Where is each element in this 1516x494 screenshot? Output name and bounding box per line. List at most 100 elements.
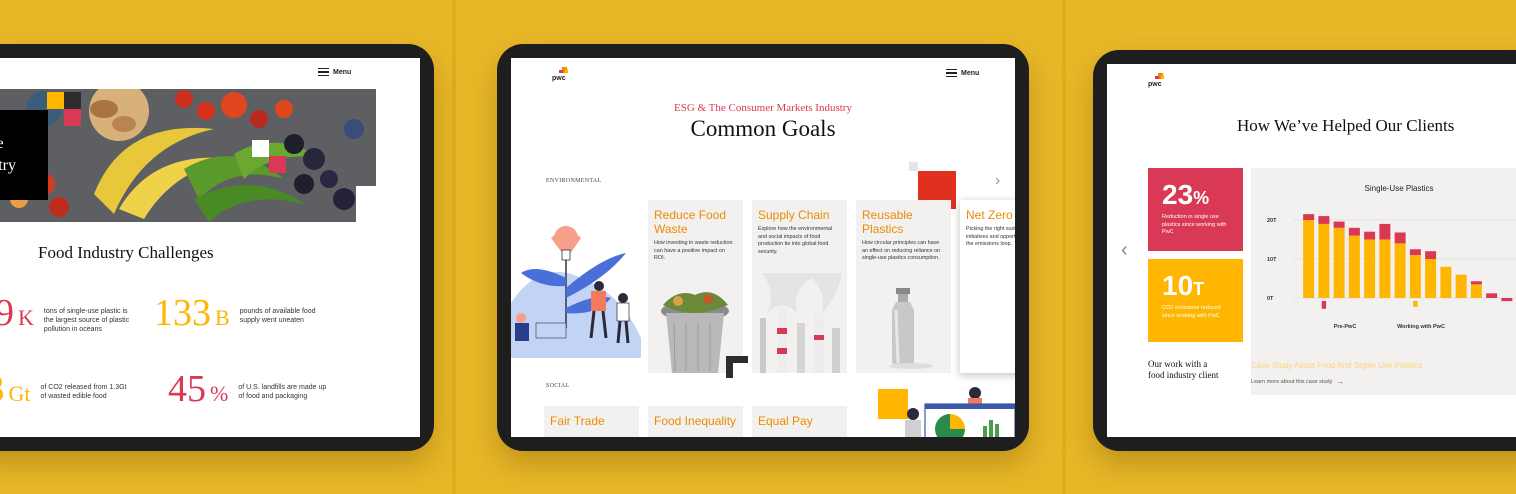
- card-net-zero[interactable]: Net Zero Picking the right sustainable i…: [960, 200, 1015, 373]
- menu-label: Menu: [333, 68, 352, 76]
- bar-top: [1348, 227, 1360, 236]
- card-title: Equal Pay: [758, 414, 813, 428]
- factory-chimneys-illustration: [760, 273, 842, 373]
- stat-card-plastics: 23% Reduction in single use plastics sin…: [1148, 168, 1243, 251]
- bar-base: [1348, 235, 1360, 298]
- card-title: Food Inequality: [654, 414, 737, 428]
- hero-text-line1: the: [0, 135, 4, 153]
- deco-square-white2: [356, 186, 376, 222]
- social-label: SOCIAL: [546, 383, 570, 389]
- stat-description: Reduction in single use plastics since w…: [1162, 214, 1227, 235]
- bar-base: [1303, 220, 1315, 298]
- pwc-logo-mark-icon: [559, 67, 568, 74]
- stat-1: 69 K tons of single-use plastic is the l…: [0, 294, 136, 346]
- stat-description: CO2 emissions reduced since working with…: [1162, 305, 1221, 319]
- card-reusable-plastics[interactable]: Reusable Plastics How circular principle…: [856, 200, 951, 373]
- card-supply-chain[interactable]: Supply Chain Explore how the environment…: [752, 200, 847, 373]
- stat-3: .3 Gt of CO2 released from 1.3Gt of wast…: [0, 370, 133, 413]
- learn-more-label: Learn more about this case study: [1251, 378, 1333, 385]
- y-tick-label: 20T: [1267, 218, 1277, 224]
- screen-middle: pwc Menu ESG & The Consumer Markets Indu…: [511, 58, 1015, 437]
- stat-4-number: 45: [168, 368, 206, 410]
- chart-title: Single-Use Plastics: [1365, 184, 1434, 193]
- stat-3-description: of CO2 released from 1.3Gt of wasted edi…: [40, 384, 127, 400]
- dashboard-illustration: [905, 387, 1015, 437]
- bar-top: [1303, 214, 1315, 220]
- bar-top: [1394, 232, 1406, 244]
- bar-top: [1364, 231, 1376, 240]
- bar-below: [1413, 301, 1418, 307]
- chart-panel: Single-Use Plastics 20T 10T 0T Pre-PwC Workin…: [1251, 168, 1516, 395]
- card-title: Reusable Plastics: [862, 208, 913, 236]
- bar-base: [1394, 243, 1406, 298]
- screen-left: Menu try Food Industry Challenges 9 K to…: [0, 58, 420, 437]
- environment-illustration: [511, 226, 641, 358]
- stat-4: 45 % of U.S. landfills are made up of fo…: [168, 370, 330, 413]
- menu-button[interactable]: Menu: [318, 68, 351, 76]
- stat-2: 133 B pounds of available food supply we…: [154, 294, 332, 337]
- hero-text-panel: the ustry: [0, 110, 48, 200]
- caption-line2: food industry client: [1148, 370, 1219, 380]
- deco-square-red: [64, 109, 81, 126]
- stat-3-number: .3: [0, 370, 5, 408]
- chevron-right-icon[interactable]: ›: [995, 173, 1005, 189]
- learn-more-link[interactable]: Learn more about this case study →: [1251, 377, 1344, 386]
- bar-top: [1318, 216, 1330, 224]
- bar-base: [1318, 223, 1330, 298]
- eyebrow: ESG & The Consumer Markets Industry: [674, 102, 852, 114]
- tablet-left: Menu try Food Industry Challenges 9 K to…: [0, 44, 434, 451]
- card-body: Picking the right sustainable initiative…: [966, 226, 1015, 247]
- stat-unit: T: [1193, 279, 1205, 299]
- card-body: How investing in waste reduction can hav…: [654, 240, 733, 261]
- bar-negative: [1501, 298, 1513, 302]
- bar-base: [1409, 255, 1421, 298]
- x-tick-label: Working with PwC: [1397, 324, 1445, 330]
- arrow-right-icon: →: [1336, 377, 1345, 386]
- menu-label: Menu: [961, 69, 980, 77]
- water-bottle-illustration: [889, 288, 933, 369]
- card-reduce-food-waste[interactable]: Reduce Food Waste How investing in waste…: [648, 200, 743, 373]
- stat-2-description: pounds of available food supply went une…: [239, 308, 316, 324]
- pwc-logo[interactable]: pwc: [1148, 73, 1164, 88]
- bar-top: [1333, 221, 1345, 228]
- card-title: Net Zero: [966, 208, 1013, 222]
- environmental-label: ENVIRONMENTAL: [546, 178, 602, 184]
- caption-line1: Our work with a: [1148, 359, 1208, 369]
- stat-4-unit: %: [210, 381, 229, 406]
- card-fair-trade[interactable]: Fair Trade: [544, 406, 639, 437]
- pwc-logo-text: pwc: [552, 75, 566, 82]
- card-title: Reduce Food Waste: [654, 208, 727, 236]
- deco-square-white: [252, 140, 269, 157]
- bar-base: [1455, 274, 1467, 298]
- stat-4-description: of U.S. landfills are made up of food an…: [238, 384, 327, 400]
- stat-number: 10: [1162, 270, 1194, 301]
- card-equal-pay[interactable]: Equal Pay: [752, 406, 847, 437]
- chevron-left-icon[interactable]: ‹: [1121, 240, 1128, 260]
- stat-2-number: 133: [154, 292, 211, 334]
- pwc-logo-text: pwc: [1148, 81, 1162, 88]
- case-study-link[interactable]: Case Study About Food And Signle Use Pla…: [1251, 361, 1422, 370]
- hamburger-icon: [946, 69, 957, 77]
- card-food-inequality[interactable]: Food Inequality: [648, 406, 743, 437]
- x-tick-label: Pre-PwC: [1334, 324, 1357, 330]
- y-tick-label: 0T: [1267, 296, 1274, 302]
- stat-1-unit: K: [18, 305, 34, 330]
- pwc-logo[interactable]: pwc: [552, 67, 568, 82]
- card-body: How circular principles can have an effe…: [862, 240, 941, 261]
- bar-base: [1333, 227, 1345, 298]
- bar-top: [1425, 251, 1437, 259]
- stat-2-unit: B: [215, 305, 230, 330]
- section-title: Food Industry Challenges: [38, 243, 214, 262]
- stat-3-unit: Gt: [8, 381, 31, 406]
- stat-1-description: tons of single-use plastic is the larges…: [43, 308, 130, 333]
- bar-base: [1364, 239, 1376, 298]
- bar-base: [1379, 239, 1391, 298]
- stat-number: 23: [1162, 179, 1194, 210]
- page-title: How We’ve Helped Our Clients: [1237, 116, 1455, 135]
- bar-top: [1470, 281, 1482, 285]
- stat-unit: %: [1193, 188, 1210, 208]
- bar-top: [1486, 293, 1498, 298]
- single-use-plastics-chart: Single-Use Plastics 20T 10T 0T Pre-PwC Workin…: [1267, 184, 1516, 330]
- card-title: Fair Trade: [550, 414, 605, 428]
- menu-button[interactable]: Menu: [946, 69, 979, 77]
